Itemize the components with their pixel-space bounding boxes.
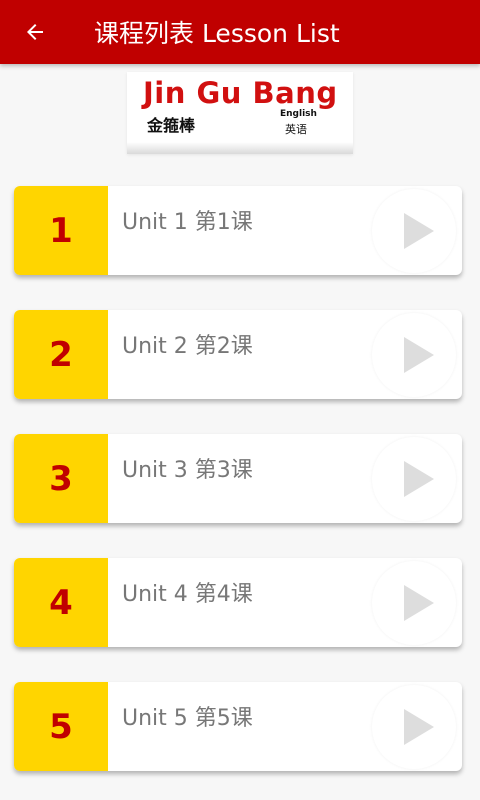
play-button[interactable] — [372, 685, 456, 769]
logo-shadow — [127, 142, 353, 154]
lesson-title: Unit 5 第5课 — [122, 706, 253, 731]
play-icon — [404, 461, 434, 497]
lesson-number: 2 — [14, 310, 108, 399]
lesson-card-2[interactable]: 2 Unit 2 第2课 — [14, 310, 462, 399]
lesson-title: Unit 1 第1课 — [122, 210, 253, 235]
lesson-title: Unit 4 第4课 — [122, 582, 253, 607]
logo-brand-text: Jin Gu Bang — [143, 76, 338, 110]
app-bar: 课程列表 Lesson List — [0, 0, 480, 64]
play-icon — [404, 585, 434, 621]
lesson-card-5[interactable]: 5 Unit 5 第5课 — [14, 682, 462, 771]
lesson-title: Unit 2 第2课 — [122, 334, 253, 359]
play-button[interactable] — [372, 437, 456, 521]
play-icon — [404, 213, 434, 249]
play-button[interactable] — [372, 313, 456, 397]
lesson-card-4[interactable]: 4 Unit 4 第4课 — [14, 558, 462, 647]
page-title: 课程列表 Lesson List — [94, 19, 340, 48]
lesson-number: 4 — [14, 558, 108, 647]
logo-sub-english: English — [280, 109, 317, 119]
lesson-card-1[interactable]: 1 Unit 1 第1课 — [14, 186, 462, 275]
lesson-card-3[interactable]: 3 Unit 3 第3课 — [14, 434, 462, 523]
logo-sub-chinese: 英语 — [285, 123, 307, 136]
play-button[interactable] — [372, 561, 456, 645]
arrow-left-icon — [27, 24, 43, 40]
lesson-number: 5 — [14, 682, 108, 771]
play-icon — [404, 337, 434, 373]
play-button[interactable] — [372, 189, 456, 273]
jin-gu-bang-logo: Jin Gu Bang 金箍棒 English 英语 — [127, 72, 353, 154]
lesson-number: 1 — [14, 186, 108, 275]
lesson-title: Unit 3 第3课 — [122, 458, 253, 483]
lesson-number: 3 — [14, 434, 108, 523]
back-button[interactable] — [10, 0, 60, 64]
play-icon — [404, 709, 434, 745]
logo-brand-chinese: 金箍棒 — [147, 116, 196, 135]
